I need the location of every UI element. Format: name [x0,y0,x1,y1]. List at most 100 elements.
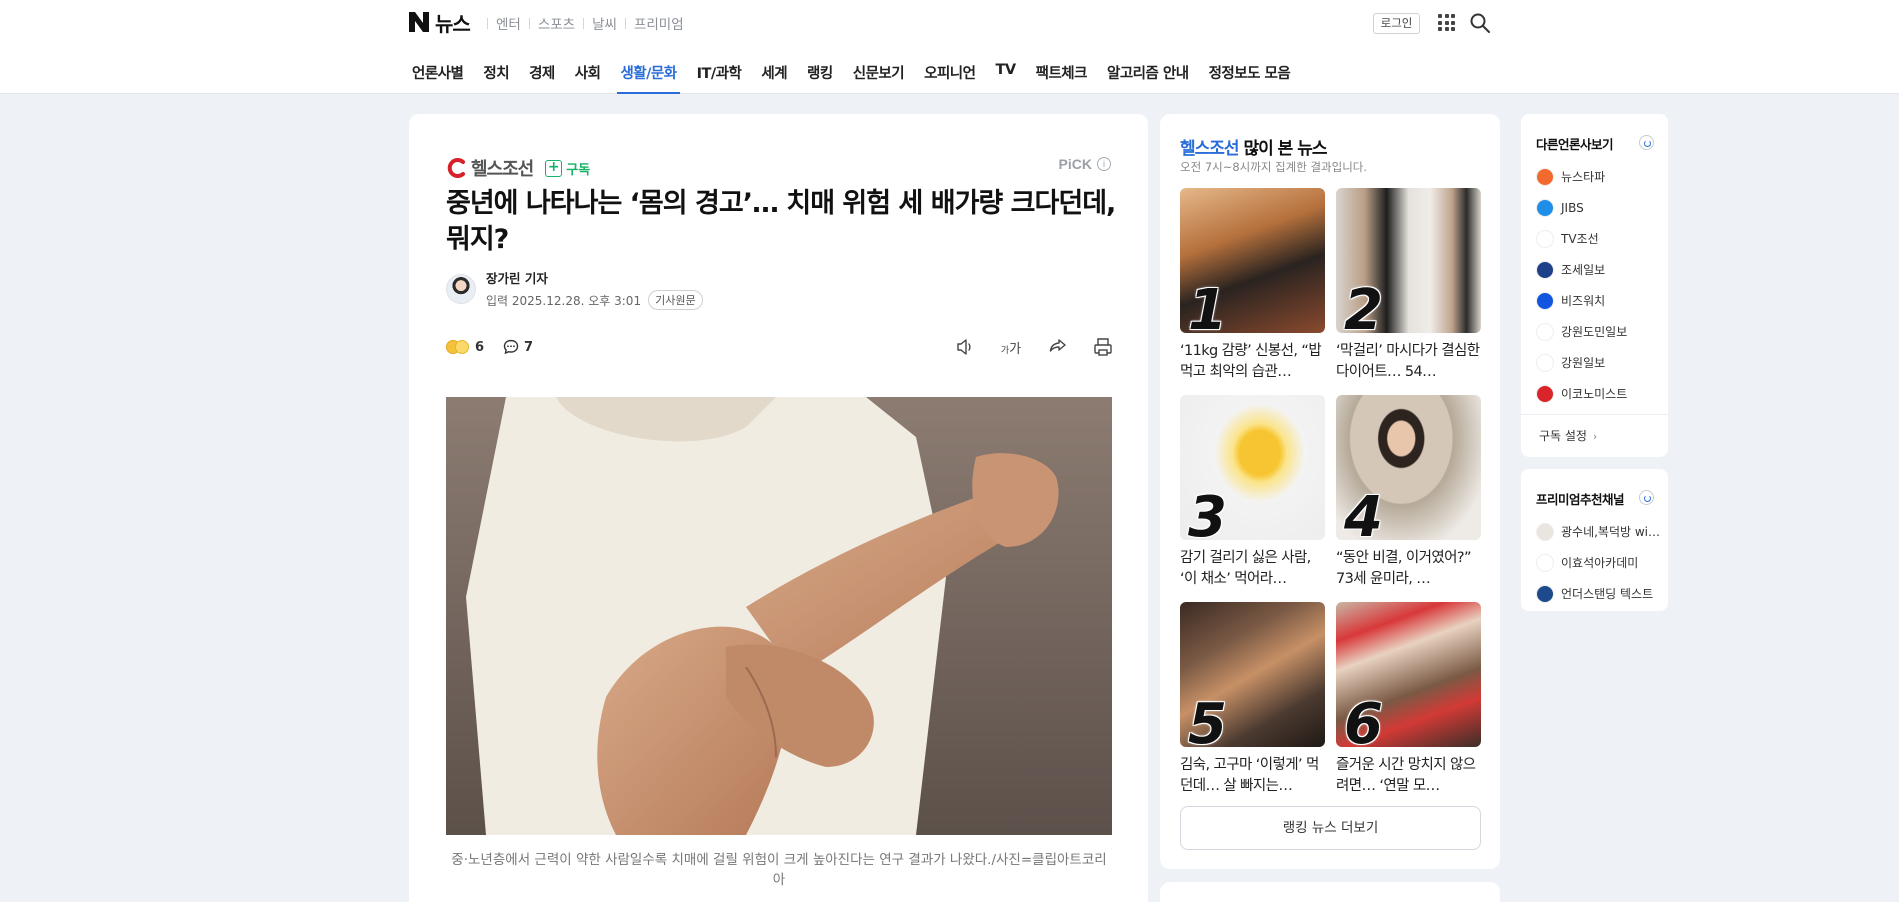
premium-channel-list: 광수네,복덕방 wi… 이효석아카데미 언더스탠딩 텍스트 [1536,516,1660,609]
author-block: 장가린 기자 입력 2025.12.28. 오후 3:01 기사원문 [446,268,703,310]
author-name[interactable]: 장가린 기자 [486,268,703,287]
press-logo-icon [1536,198,1554,217]
refresh-icon[interactable] [1639,135,1654,150]
reaction-button[interactable]: 6 [446,340,484,355]
info-icon[interactable]: i [1097,157,1111,171]
ranking-thumbnail[interactable]: 1 [1180,188,1325,333]
tab-world[interactable]: 세계 [761,60,787,94]
press-item-name: 강원도민일보 [1561,325,1628,339]
subscribe-button[interactable]: + 구독 [545,159,590,178]
subscription-settings-link[interactable]: 구독 설정 › [1521,414,1668,457]
refresh-icon[interactable] [1639,490,1654,505]
tab-algorithm[interactable]: 알고리즘 안내 [1107,60,1189,94]
press-item[interactable]: TV조선 [1536,223,1627,254]
article-title: 중년에 나타나는 ‘몸의 경고’… 치매 위험 세 배가량 크다던데, 뭐지? [446,188,1116,255]
tab-life-culture[interactable]: 생활/문화 [617,60,680,94]
ranking-headline[interactable]: “동안 비결, 이거였어?” 73세 윤미라, … [1336,548,1481,590]
tab-ranking[interactable]: 랭킹 [807,60,833,94]
ranking-headline[interactable]: ‘막걸리’ 마시다가 결심한 다이어트… 54… [1336,341,1481,383]
tab-economy[interactable]: 경제 [529,60,555,94]
search-icon[interactable] [1469,12,1491,34]
channel-item[interactable]: 광수네,복덕방 wi… [1536,516,1660,547]
ranking-thumbnail[interactable]: 5 [1180,602,1325,747]
tab-tv[interactable]: TV [995,60,1016,94]
ranking-item-2[interactable]: 2 ‘막걸리’ 마시다가 결심한 다이어트… 54… [1336,188,1481,383]
plus-icon: + [545,159,563,177]
login-button[interactable]: 로그인 [1373,13,1420,34]
tab-society[interactable]: 사회 [575,60,601,94]
press-item[interactable]: 비즈워치 [1536,285,1627,316]
subnav-entertain[interactable]: 엔터 [488,13,529,33]
tab-it-science[interactable]: IT/과학 [697,60,742,94]
tab-newspaper[interactable]: 신문보기 [853,60,905,94]
article-photo [446,397,1112,835]
other-press-title: 다른언론사보기 [1536,137,1614,152]
tab-corrections[interactable]: 정정보도 모음 [1209,60,1291,94]
ranking-list: 1 ‘11kg 감량’ 신봉선, “밥먹고 최악의 습관… 2 ‘막걸리’ 마시… [1180,188,1481,797]
press-logo-icon [1536,260,1554,279]
channel-item[interactable]: 이효석아카데미 [1536,547,1660,578]
ranking-headline[interactable]: ‘11kg 감량’ 신봉선, “밥먹고 최악의 습관… [1180,341,1325,383]
tab-opinion[interactable]: 오피니언 [924,60,976,94]
press-item[interactable]: JIBS [1536,192,1627,223]
ranking-press-name[interactable]: 헬스조선 [1180,139,1240,159]
author-avatar[interactable] [446,274,476,304]
font-size-button[interactable]: 가가 [1000,336,1022,358]
subnav-premium[interactable]: 프리미엄 [626,13,692,33]
reaction-count: 6 [475,339,485,355]
subnav-weather[interactable]: 날씨 [584,13,625,33]
comment-icon [503,339,519,355]
ranking-item-5[interactable]: 5 김숙, 고구마 ‘이렇게’ 먹던데… 살 빠지는… [1180,602,1325,797]
ranking-headline[interactable]: 즐거운 시간 망치지 않으려면… ‘연말 모… [1336,755,1481,797]
naver-news-logo[interactable]: 뉴스 [409,10,471,36]
tab-factcheck[interactable]: 팩트체크 [1036,60,1088,94]
press-item[interactable]: 이코노미스트 [1536,378,1627,409]
press-item-name: 강원일보 [1561,356,1606,370]
tab-politics[interactable]: 정치 [483,60,509,94]
ranking-headline[interactable]: 감기 걸리기 싫은 사람, ‘이 채소’ 먹어라… [1180,548,1325,590]
ranking-thumbnail[interactable]: 4 [1336,395,1481,540]
subnav-sports[interactable]: 스포츠 [530,13,583,33]
channel-logo-icon [1536,584,1554,603]
share-icon[interactable] [1046,336,1068,358]
ranking-thumbnail[interactable]: 2 [1336,188,1481,333]
press-item[interactable]: 강원도민일보 [1536,316,1627,347]
press-logo-icon [1536,384,1554,403]
comment-button[interactable]: 7 [484,338,533,356]
pick-badge[interactable]: PiCK i [1059,156,1111,172]
channel-item[interactable]: 언더스탠딩 텍스트 [1536,578,1660,609]
ranking-headline[interactable]: 김숙, 고구마 ‘이렇게’ 먹던데… 살 빠지는… [1180,755,1325,797]
ranking-item-6[interactable]: 6 즐거운 시간 망치지 않으려면… ‘연말 모… [1336,602,1481,797]
original-article-button[interactable]: 기사원문 [648,290,703,310]
top-header: 뉴스 엔터 스포츠 날씨 프리미엄 로그인 언론사별 정치 경제 사회 생활/문… [0,0,1899,94]
ranking-more-button[interactable]: 랭킹 뉴스 더보기 [1180,806,1481,850]
press-item-name: 비즈워치 [1561,294,1606,308]
channel-logo-icon [1536,522,1554,541]
ranking-item-3[interactable]: 3 감기 걸리기 싫은 사람, ‘이 채소’ 먹어라… [1180,395,1325,590]
other-press-card: 다른언론사보기 뉴스타파 JIBS TV조선 조세일보 비즈워치 강원도민일보 … [1521,114,1668,457]
article-card: 헬스조선 + 구독 PiCK i 중년에 나타나는 ‘몸의 경고’… 치매 위험… [409,114,1148,902]
press-item[interactable]: 뉴스타파 [1536,161,1627,192]
reaction-bar: 6 7 [446,338,533,356]
ranking-item-1[interactable]: 1 ‘11kg 감량’ 신봉선, “밥먹고 최악의 습관… [1180,188,1325,383]
ranking-thumbnail[interactable]: 3 [1180,395,1325,540]
channel-item-name: 이효석아카데미 [1561,556,1639,570]
premium-channels-card: 프리미엄추천채널 광수네,복덕방 wi… 이효석아카데미 언더스탠딩 텍스트 [1521,469,1668,611]
channel-item-name: 광수네,복덕방 wi… [1561,525,1661,539]
rank-number: 5 [1188,692,1227,748]
tab-press[interactable]: 언론사별 [412,60,464,94]
press-logo-mark-icon [447,158,465,178]
logo-text: 뉴스 [435,11,471,36]
apps-grid-icon[interactable] [1438,14,1455,31]
print-icon[interactable] [1092,336,1114,358]
press-logo[interactable]: 헬스조선 [446,155,534,181]
press-item[interactable]: 강원일보 [1536,347,1627,378]
speaker-icon[interactable] [954,336,976,358]
most-viewed-card: 헬스조선 많이 본 뉴스 오전 7시~8시까지 집계한 결과입니다. 1 ‘11… [1160,114,1500,869]
press-logo-icon [1536,291,1554,310]
press-item[interactable]: 조세일보 [1536,254,1627,285]
pick-label: PiCK [1058,156,1092,172]
service-subnav: 엔터 스포츠 날씨 프리미엄 [487,13,692,33]
ranking-item-4[interactable]: 4 “동안 비결, 이거였어?” 73세 윤미라, … [1336,395,1481,590]
ranking-thumbnail[interactable]: 6 [1336,602,1481,747]
